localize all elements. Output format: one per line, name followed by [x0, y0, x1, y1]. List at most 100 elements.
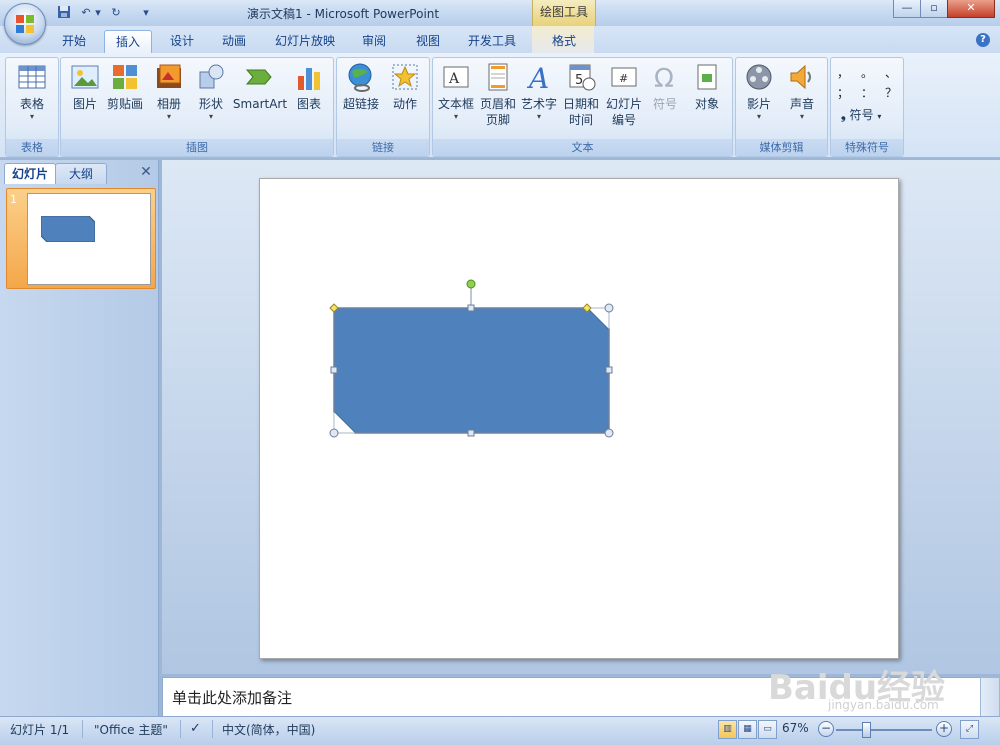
maximize-button[interactable]: ▫: [920, 0, 948, 18]
clipart-icon: [113, 65, 137, 89]
movie-button[interactable]: 影片 ▾: [738, 62, 780, 122]
symbol-semicolon[interactable]: ；: [837, 84, 849, 104]
resize-handle-top[interactable]: [467, 304, 475, 312]
undo-icon[interactable]: ↶: [78, 5, 94, 21]
minimize-button[interactable]: —: [893, 0, 921, 18]
close-icon[interactable]: ✕: [139, 165, 153, 179]
group-illustrations: 图片 剪贴画 相册 ▾ 形状 ▾ SmartArt 图表 插图: [60, 57, 334, 157]
office-button[interactable]: [4, 3, 46, 45]
chart-button[interactable]: 图表: [289, 62, 329, 112]
chevron-down-icon: ▾: [536, 112, 541, 121]
group-media: 影片 ▾ 声音 ▾ 媒体剪辑: [735, 57, 828, 157]
fit-to-window-icon[interactable]: ⤢: [960, 720, 979, 739]
omega-icon: Ω: [654, 64, 674, 94]
resize-handle-right[interactable]: [605, 366, 613, 374]
group-label-illustrations: 插图: [61, 139, 333, 156]
smartart-button[interactable]: SmartArt: [231, 62, 289, 112]
header-footer-button[interactable]: 页眉和 页脚: [477, 62, 519, 128]
tab-design[interactable]: 设计: [160, 30, 204, 52]
status-slide-count: 幻灯片 1/1: [10, 723, 70, 737]
resize-handle-bottom-left[interactable]: [329, 428, 339, 438]
group-label-table: 表格: [6, 139, 58, 156]
date-time-button[interactable]: 5 日期和 时间: [561, 62, 601, 128]
film-reel-icon: [746, 64, 772, 90]
notes-scrollbar[interactable]: [980, 677, 1000, 717]
zoom-out-icon[interactable]: −: [818, 721, 834, 737]
tab-view[interactable]: 视图: [406, 30, 450, 52]
resize-handle-bottom-right[interactable]: [604, 428, 614, 438]
context-tab-drawing-tools: 绘图工具: [532, 0, 596, 26]
group-special-symbols: ， 。 、 ； ： ？ ❟ 符号 ▾ 特殊符号: [830, 57, 904, 157]
resize-handle-top-right[interactable]: [604, 303, 614, 313]
chart-icon: [298, 68, 320, 90]
redo-icon[interactable]: ↻: [108, 5, 124, 21]
zoom-slider-thumb[interactable]: [862, 722, 871, 738]
slideshow-view-icon[interactable]: ▭: [758, 720, 777, 739]
rotation-handle[interactable]: [466, 279, 476, 289]
group-table: 表格 ▾ 表格: [5, 57, 59, 157]
resize-handle-left[interactable]: [330, 366, 338, 374]
textbox-icon: A: [443, 66, 469, 88]
symbol-period[interactable]: 。: [861, 64, 873, 84]
tab-format[interactable]: 格式: [542, 30, 586, 52]
hyperlink-button[interactable]: 超链接: [339, 62, 383, 112]
symbol-comma[interactable]: ，: [837, 64, 849, 84]
tab-insert[interactable]: 插入: [104, 30, 152, 53]
speaker-icon: [790, 64, 811, 90]
tab-home[interactable]: 开始: [52, 30, 96, 52]
undo-dropdown-icon[interactable]: ▾: [94, 5, 102, 21]
save-icon[interactable]: [56, 5, 72, 21]
status-theme[interactable]: "Office 主题": [94, 721, 168, 738]
object-button[interactable]: 对象: [687, 62, 727, 112]
tab-slides[interactable]: 幻灯片: [4, 163, 56, 184]
zoom-slider-track[interactable]: [836, 729, 932, 731]
photo-album-button[interactable]: 相册 ▾: [149, 62, 189, 122]
wordart-button[interactable]: A 艺术字 ▾: [519, 62, 559, 122]
symbol-button-disabled[interactable]: Ω 符号: [645, 62, 685, 112]
slide-number-button[interactable]: # 幻灯片 编号: [603, 62, 645, 128]
action-button[interactable]: 动作: [385, 62, 425, 112]
window-title: 演示文稿1 - Microsoft PowerPoint: [247, 7, 440, 21]
normal-view-icon[interactable]: ▥: [718, 720, 737, 739]
tab-review[interactable]: 审阅: [352, 30, 396, 52]
group-label-special-symbols: 特殊符号: [831, 139, 903, 156]
group-label-links: 链接: [337, 139, 429, 156]
spell-check-icon[interactable]: ✓: [190, 721, 201, 736]
table-icon: [18, 65, 46, 89]
help-icon[interactable]: ?: [976, 33, 990, 47]
wordart-icon: A: [526, 62, 549, 95]
slide-sorter-view-icon[interactable]: ▦: [738, 720, 757, 739]
table-button[interactable]: 表格 ▾: [12, 62, 52, 122]
notes-placeholder: 单击此处添加备注: [172, 689, 293, 707]
tab-slideshow[interactable]: 幻灯片放映: [268, 30, 342, 52]
symbol-colon[interactable]: ：: [861, 84, 873, 104]
picture-button[interactable]: 图片: [65, 62, 105, 112]
group-links: 超链接 动作 链接: [336, 57, 430, 157]
close-button[interactable]: ✕: [947, 0, 995, 18]
shapes-icon: [199, 64, 224, 89]
smartart-icon: [245, 69, 272, 85]
svg-text:#: #: [619, 72, 628, 85]
shapes-button[interactable]: 形状 ▾: [191, 62, 231, 122]
tab-developer[interactable]: 开发工具: [460, 30, 524, 52]
sound-button[interactable]: 声音 ▾: [782, 62, 822, 122]
zoom-level[interactable]: 67%: [782, 721, 809, 735]
selected-snip-rectangle-shape[interactable]: [320, 275, 620, 445]
symbol-caesura[interactable]: 、: [885, 64, 897, 84]
photo-album-icon: [157, 64, 181, 88]
chevron-down-icon: ▾: [166, 112, 171, 121]
tab-outline[interactable]: 大纲: [55, 163, 107, 184]
tab-animation[interactable]: 动画: [212, 30, 256, 52]
zoom-in-icon[interactable]: +: [936, 721, 952, 737]
status-language[interactable]: 中文(简体，中国): [222, 721, 315, 738]
symbol-question[interactable]: ？: [885, 84, 897, 104]
symbol-dropdown-button[interactable]: ❟ 符号 ▾: [841, 106, 881, 123]
textbox-button[interactable]: A 文本框 ▾: [435, 62, 477, 122]
customize-qat-icon[interactable]: ▾: [138, 5, 154, 21]
status-separator: [180, 720, 181, 738]
header-footer-icon: [488, 63, 508, 91]
resize-handle-bottom[interactable]: [467, 429, 475, 437]
chevron-down-icon: ▾: [453, 112, 458, 121]
clipart-button[interactable]: 剪贴画: [105, 62, 145, 112]
chevron-down-icon: ▾: [29, 112, 34, 121]
